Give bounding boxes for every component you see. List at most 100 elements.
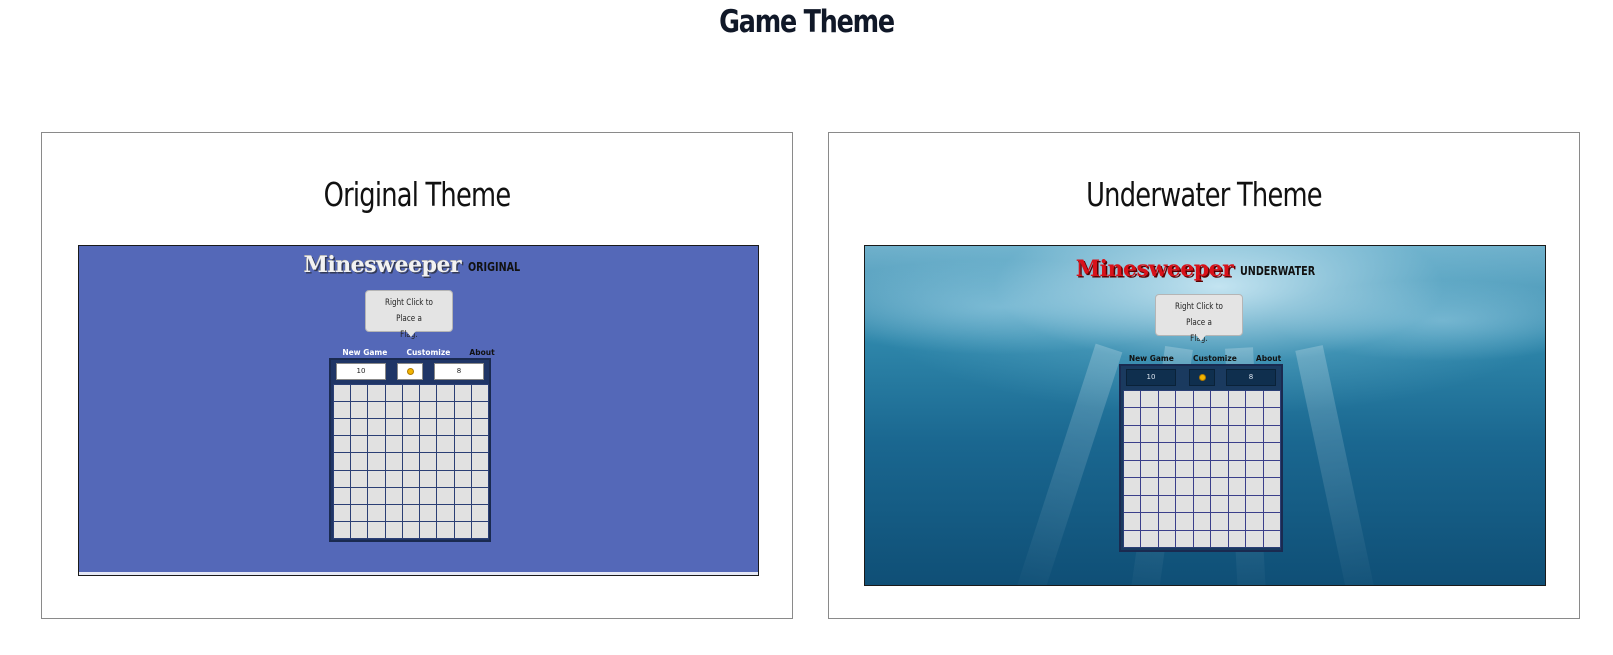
grid-cell[interactable] <box>368 402 385 419</box>
grid-cell[interactable] <box>1193 495 1211 513</box>
grid-cell[interactable] <box>1141 495 1158 513</box>
grid-cell[interactable] <box>351 436 368 453</box>
grid-cell[interactable] <box>1246 495 1263 513</box>
grid-cell[interactable] <box>1158 443 1176 460</box>
grid-cell[interactable] <box>1263 408 1280 425</box>
grid-cell[interactable] <box>1211 530 1228 547</box>
grid-cell[interactable] <box>1211 443 1228 460</box>
grid-cell[interactable] <box>1124 478 1141 495</box>
grid-cell[interactable] <box>1124 513 1141 530</box>
grid-cell[interactable] <box>334 521 351 538</box>
grid-cell[interactable] <box>1263 495 1280 513</box>
grid-cell[interactable] <box>454 402 471 419</box>
grid-cell[interactable] <box>334 487 351 504</box>
reset-face-button[interactable] <box>1189 369 1215 386</box>
grid-cell[interactable] <box>1211 478 1228 495</box>
grid-cell[interactable] <box>351 402 368 419</box>
grid-cell[interactable] <box>1263 513 1280 530</box>
grid-cell[interactable] <box>1124 408 1141 425</box>
grid-cell[interactable] <box>1141 425 1158 443</box>
grid-cell[interactable] <box>471 402 488 419</box>
grid-cell[interactable] <box>1141 443 1158 460</box>
grid-cell[interactable] <box>334 453 351 470</box>
grid-cell[interactable] <box>402 521 420 538</box>
grid-cell[interactable] <box>471 436 488 453</box>
grid-cell[interactable] <box>1141 530 1158 547</box>
grid-cell[interactable] <box>437 453 454 470</box>
grid-cell[interactable] <box>1211 391 1228 408</box>
grid-cell[interactable] <box>1141 460 1158 478</box>
grid-cell[interactable] <box>1141 391 1158 408</box>
grid-cell[interactable] <box>351 504 368 521</box>
grid-cell[interactable] <box>1263 443 1280 460</box>
grid-cell[interactable] <box>420 470 437 487</box>
grid-cell[interactable] <box>1211 425 1228 443</box>
grid-cell[interactable] <box>454 521 471 538</box>
grid-cell[interactable] <box>334 402 351 419</box>
grid-cell[interactable] <box>471 453 488 470</box>
grid-cell[interactable] <box>1158 513 1176 530</box>
grid-cell[interactable] <box>1193 460 1211 478</box>
grid-cell[interactable] <box>402 504 420 521</box>
grid-cell[interactable] <box>437 504 454 521</box>
grid-cell[interactable] <box>1141 408 1158 425</box>
grid-cell[interactable] <box>471 385 488 402</box>
grid-cell[interactable] <box>368 436 385 453</box>
grid-cell[interactable] <box>385 385 402 402</box>
grid-cell[interactable] <box>1211 513 1228 530</box>
grid-cell[interactable] <box>1158 495 1176 513</box>
grid-cell[interactable] <box>1246 408 1263 425</box>
grid-cell[interactable] <box>1158 408 1176 425</box>
grid-cell[interactable] <box>437 419 454 436</box>
grid-cell[interactable] <box>454 419 471 436</box>
grid-cell[interactable] <box>420 385 437 402</box>
grid-cell[interactable] <box>351 470 368 487</box>
grid-cell[interactable] <box>1176 478 1193 495</box>
grid-cell[interactable] <box>351 385 368 402</box>
grid-cell[interactable] <box>385 487 402 504</box>
grid-cell[interactable] <box>1228 391 1246 408</box>
grid-cell[interactable] <box>437 385 454 402</box>
grid-cell[interactable] <box>1228 495 1246 513</box>
grid-cell[interactable] <box>437 402 454 419</box>
grid-cell[interactable] <box>1176 460 1193 478</box>
grid-cell[interactable] <box>454 504 471 521</box>
grid-cell[interactable] <box>1228 460 1246 478</box>
grid-cell[interactable] <box>334 419 351 436</box>
grid-cell[interactable] <box>1141 478 1158 495</box>
grid-cell[interactable] <box>1263 391 1280 408</box>
grid-cell[interactable] <box>385 470 402 487</box>
grid-cell[interactable] <box>471 521 488 538</box>
reset-face-button[interactable] <box>397 363 423 380</box>
grid-cell[interactable] <box>420 487 437 504</box>
grid-cell[interactable] <box>1124 443 1141 460</box>
grid-cell[interactable] <box>402 436 420 453</box>
grid-cell[interactable] <box>437 470 454 487</box>
grid-cell[interactable] <box>385 504 402 521</box>
grid-cell[interactable] <box>1246 425 1263 443</box>
grid-cell[interactable] <box>385 402 402 419</box>
grid-cell[interactable] <box>454 470 471 487</box>
grid-cell[interactable] <box>1141 513 1158 530</box>
grid-cell[interactable] <box>368 419 385 436</box>
customize-link[interactable]: Customize <box>1193 354 1237 363</box>
grid-cell[interactable] <box>1176 391 1193 408</box>
grid-cell[interactable] <box>402 419 420 436</box>
grid-cell[interactable] <box>454 487 471 504</box>
grid-cell[interactable] <box>1228 408 1246 425</box>
grid-cell[interactable] <box>471 487 488 504</box>
grid-cell[interactable] <box>1176 408 1193 425</box>
new-game-link[interactable]: New Game <box>342 348 387 357</box>
grid-cell[interactable] <box>1124 391 1141 408</box>
grid-cell[interactable] <box>1263 425 1280 443</box>
grid-cell[interactable] <box>1176 443 1193 460</box>
grid-cell[interactable] <box>1263 530 1280 547</box>
grid-cell[interactable] <box>1211 495 1228 513</box>
grid-cell[interactable] <box>368 504 385 521</box>
grid-cell[interactable] <box>402 402 420 419</box>
grid-cell[interactable] <box>471 504 488 521</box>
grid-cell[interactable] <box>420 504 437 521</box>
grid-cell[interactable] <box>471 470 488 487</box>
about-link[interactable]: About <box>1256 354 1281 363</box>
grid-cell[interactable] <box>385 521 402 538</box>
